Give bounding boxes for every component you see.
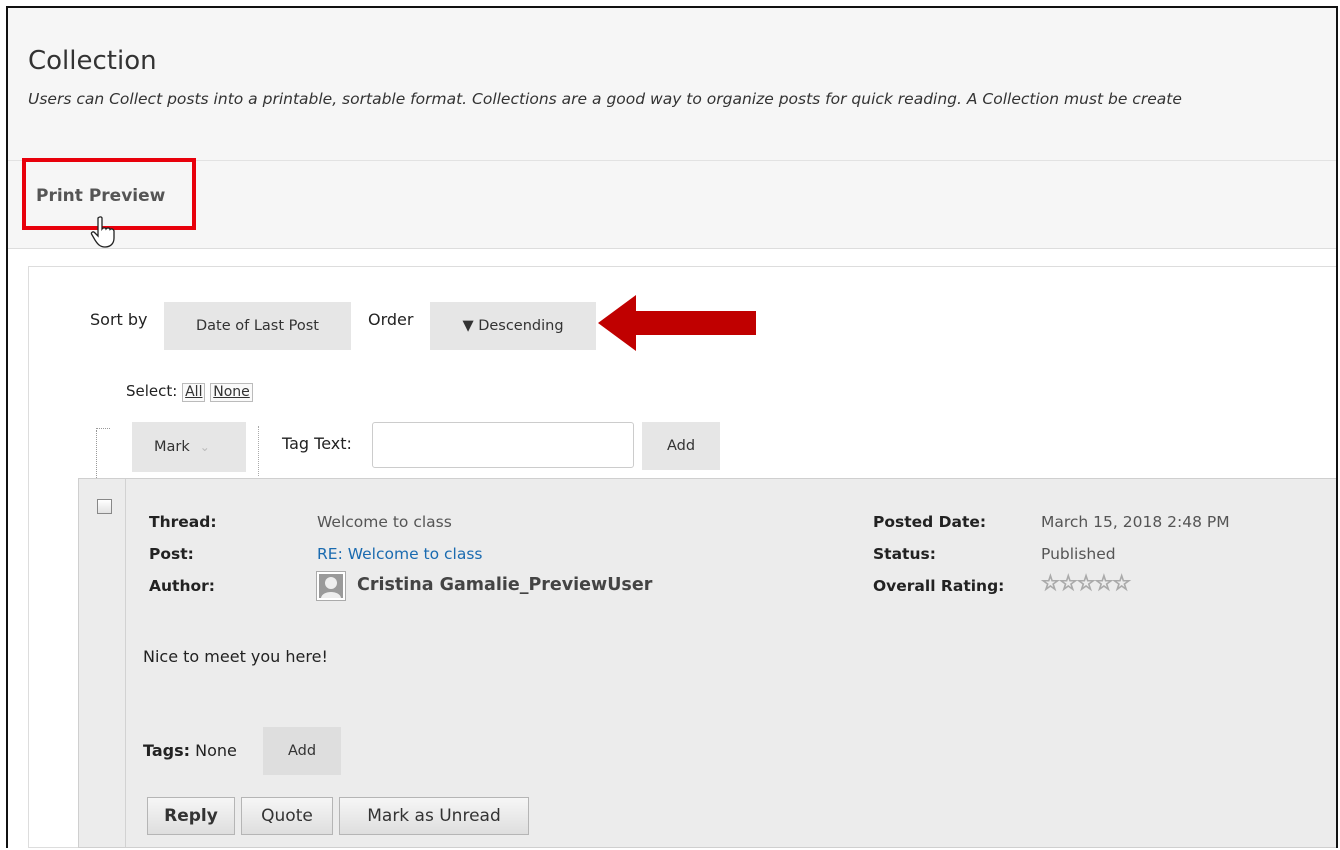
tag-text-input[interactable]	[372, 422, 634, 468]
status-label: Status:	[873, 545, 936, 563]
author-name: Cristina Gamalie_PreviewUser	[357, 575, 653, 595]
post-divider	[125, 479, 126, 847]
posted-date-value: March 15, 2018 2:48 PM	[1041, 513, 1230, 531]
star-rating-icon[interactable]: ☆☆☆☆☆	[1040, 571, 1131, 596]
page-title: Collection	[28, 46, 157, 76]
mark-menu-button[interactable]: Mark ⌄	[132, 422, 246, 472]
overall-rating-label: Overall Rating:	[873, 577, 1005, 595]
collection-page: Collection Users can Collect posts into …	[6, 6, 1338, 848]
mark-as-unread-button[interactable]: Mark as Unread	[339, 797, 529, 835]
header-divider	[8, 160, 1336, 161]
status-value: Published	[1041, 545, 1116, 563]
hand-cursor-icon	[90, 216, 115, 248]
sort-by-button[interactable]: Date of Last Post	[164, 302, 351, 350]
post-body: Nice to meet you here!	[143, 647, 328, 666]
posted-date-label: Posted Date:	[873, 513, 987, 531]
mark-label: Mark	[154, 439, 190, 455]
select-row: Select: All None	[126, 382, 253, 402]
post-link[interactable]: RE: Welcome to class	[317, 545, 483, 563]
post-checkbox[interactable]	[97, 499, 112, 514]
sort-by-label: Sort by	[90, 310, 148, 329]
post-card: Thread: Welcome to class Post: RE: Welco…	[78, 478, 1336, 848]
tags-row: Tags: None	[143, 741, 237, 760]
post-label: Post:	[149, 545, 194, 563]
author-label: Author:	[149, 577, 215, 595]
page-description: Users can Collect posts into a printable…	[28, 90, 1182, 108]
quote-button[interactable]: Quote	[241, 797, 333, 835]
tags-add-button[interactable]: Add	[263, 727, 341, 775]
tree-connector-v	[96, 430, 97, 478]
chevron-down-icon: ⌄	[199, 440, 210, 454]
tree-connector-h	[96, 428, 110, 429]
select-none-link[interactable]: None	[210, 383, 253, 402]
select-all-link[interactable]: All	[182, 383, 206, 402]
tags-label: Tags:	[143, 741, 191, 760]
order-button[interactable]: ▼ Descending	[430, 302, 596, 350]
tag-add-button[interactable]: Add	[642, 422, 720, 470]
avatar-icon	[316, 571, 346, 601]
reply-button[interactable]: Reply	[147, 797, 235, 835]
tags-value: None	[195, 741, 237, 760]
thread-value: Welcome to class	[317, 513, 452, 531]
tag-text-label: Tag Text:	[282, 434, 352, 453]
page-header: Collection Users can Collect posts into …	[8, 8, 1336, 249]
toolbar-separator	[258, 426, 259, 476]
select-label: Select:	[126, 382, 178, 400]
red-arrow-icon	[598, 295, 756, 351]
order-label: Order	[368, 310, 414, 329]
thread-label: Thread:	[149, 513, 217, 531]
